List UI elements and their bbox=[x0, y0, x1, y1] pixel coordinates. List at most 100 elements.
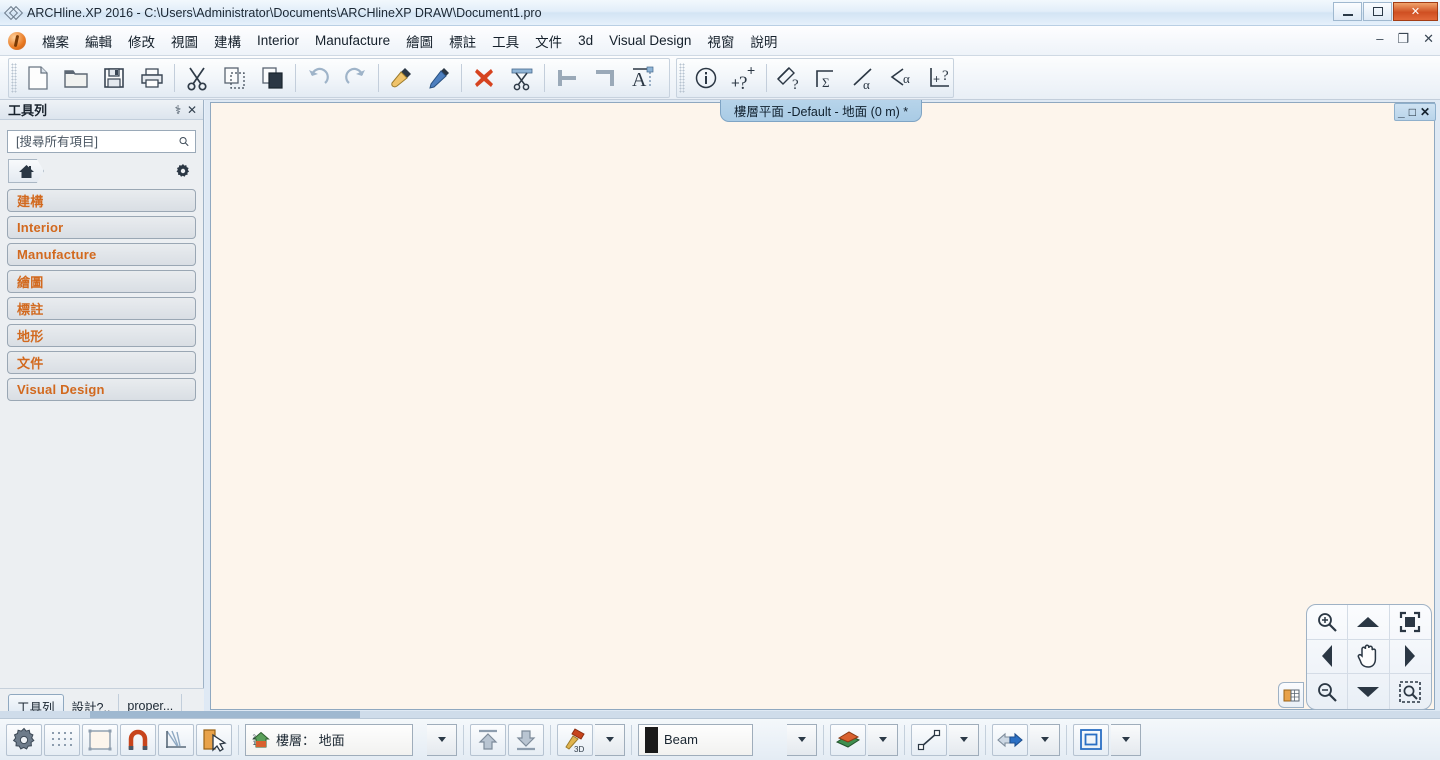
measure-coordinate-button[interactable]: + ? bbox=[922, 61, 960, 95]
toolbar-grip[interactable] bbox=[11, 63, 17, 93]
scrollbar-thumb[interactable] bbox=[90, 711, 360, 718]
menu-item-window[interactable]: 視窗 bbox=[699, 27, 742, 55]
floor-combo[interactable]: 2 1 樓層： 地面 bbox=[245, 724, 413, 756]
level-up-button[interactable] bbox=[470, 724, 506, 756]
category-button-dimension[interactable]: 標註 bbox=[7, 297, 196, 320]
angle-snap-button[interactable] bbox=[158, 724, 194, 756]
corner-extend-button[interactable] bbox=[586, 61, 624, 95]
paste-button[interactable] bbox=[254, 61, 292, 95]
close-icon[interactable]: ✕ bbox=[185, 103, 199, 117]
panel-settings-button[interactable] bbox=[175, 163, 193, 179]
document-tab[interactable]: 樓層平面 -Default - 地面 (0 m) * bbox=[720, 100, 922, 122]
window-minimize-button[interactable] bbox=[1333, 2, 1362, 21]
zoom-in-button[interactable] bbox=[1307, 605, 1348, 640]
grid-snap-button[interactable] bbox=[44, 724, 80, 756]
category-button-manufacture[interactable]: Manufacture bbox=[7, 243, 196, 266]
open-folder-button[interactable] bbox=[57, 61, 95, 95]
redo-button[interactable] bbox=[337, 61, 375, 95]
layout-grid-button[interactable] bbox=[1278, 682, 1304, 708]
dimension-arrow[interactable] bbox=[1030, 724, 1060, 756]
print-button[interactable] bbox=[133, 61, 171, 95]
window-close-button[interactable]: ✕ bbox=[1393, 2, 1438, 21]
menu-item-build[interactable]: 建構 bbox=[206, 27, 249, 55]
pan-right-button[interactable] bbox=[1390, 640, 1431, 675]
undo-button[interactable] bbox=[299, 61, 337, 95]
search-box[interactable] bbox=[7, 130, 196, 153]
info-button[interactable] bbox=[687, 61, 725, 95]
menu-item-dimension[interactable]: 標註 bbox=[441, 27, 484, 55]
copy-button[interactable] bbox=[216, 61, 254, 95]
floor-combo-arrow[interactable] bbox=[427, 724, 457, 756]
pan-down-button[interactable] bbox=[1348, 674, 1389, 709]
menu-item-help[interactable]: 說明 bbox=[742, 27, 785, 55]
mdi-minimize-button[interactable]: – bbox=[1376, 31, 1383, 47]
mdi-close-button[interactable]: ✕ bbox=[1423, 31, 1434, 47]
new-file-button[interactable] bbox=[19, 61, 57, 95]
app-orb-icon[interactable] bbox=[8, 32, 26, 50]
cut-button[interactable] bbox=[178, 61, 216, 95]
element-combo-arrow[interactable] bbox=[787, 724, 817, 756]
hammer-3d-arrow[interactable] bbox=[595, 724, 625, 756]
toolbar-grip[interactable] bbox=[679, 63, 685, 93]
measure-angle-button[interactable]: α bbox=[846, 61, 884, 95]
line-style-arrow[interactable] bbox=[949, 724, 979, 756]
doc-minimize-button[interactable]: _ bbox=[1398, 105, 1407, 119]
zoom-window-button[interactable] bbox=[1390, 674, 1431, 709]
save-button[interactable] bbox=[95, 61, 133, 95]
property-brush-button[interactable] bbox=[382, 61, 420, 95]
category-button-document[interactable]: 文件 bbox=[7, 351, 196, 374]
menu-item-edit[interactable]: 編輯 bbox=[77, 27, 120, 55]
menu-item-tools[interactable]: 工具 bbox=[484, 27, 527, 55]
measure-distance-button[interactable]: ? bbox=[770, 61, 808, 95]
pin-icon[interactable]: ⚕ bbox=[171, 103, 185, 117]
edit-text-button[interactable]: A bbox=[624, 61, 662, 95]
zoom-extents-button[interactable] bbox=[1390, 605, 1431, 640]
drawing-canvas[interactable] bbox=[210, 102, 1435, 710]
menu-item-manufacture[interactable]: Manufacture bbox=[307, 29, 398, 52]
category-button-interior[interactable]: Interior bbox=[7, 216, 196, 239]
level-down-button[interactable] bbox=[508, 724, 544, 756]
corner-trim-button[interactable] bbox=[548, 61, 586, 95]
delete-button[interactable] bbox=[465, 61, 503, 95]
search-input[interactable] bbox=[14, 134, 179, 150]
category-button-draw[interactable]: 繪圖 bbox=[7, 270, 196, 293]
settings-gear-button[interactable] bbox=[6, 724, 42, 756]
rectangle-button[interactable] bbox=[1073, 724, 1109, 756]
menu-item-modify[interactable]: 修改 bbox=[120, 27, 163, 55]
eyedropper-button[interactable] bbox=[420, 61, 458, 95]
window-maximize-button[interactable] bbox=[1363, 2, 1392, 21]
menu-item-document[interactable]: 文件 bbox=[527, 27, 570, 55]
measure-area-button[interactable]: Σ bbox=[808, 61, 846, 95]
menu-item-3d[interactable]: 3d bbox=[570, 29, 601, 52]
home-tab-button[interactable] bbox=[8, 159, 44, 183]
trim-button[interactable] bbox=[503, 61, 541, 95]
pan-up-button[interactable] bbox=[1348, 605, 1389, 640]
menu-item-draw[interactable]: 繪圖 bbox=[398, 27, 441, 55]
material-arrow[interactable] bbox=[868, 724, 898, 756]
rectangle-arrow[interactable] bbox=[1111, 724, 1141, 756]
doc-maximize-button[interactable]: □ bbox=[1409, 105, 1418, 119]
pan-hand-button[interactable] bbox=[1348, 640, 1389, 675]
magnet-snap-button[interactable] bbox=[120, 724, 156, 756]
dimension-button[interactable] bbox=[992, 724, 1028, 756]
menu-item-visual-design[interactable]: Visual Design bbox=[601, 29, 699, 52]
line-style-button[interactable] bbox=[911, 724, 947, 756]
view-frame-button[interactable] bbox=[82, 724, 118, 756]
mdi-restore-button[interactable]: ❐ bbox=[1397, 31, 1409, 47]
category-button-visual-design[interactable]: Visual Design bbox=[7, 378, 196, 401]
query-button[interactable]: + ? + bbox=[725, 61, 763, 95]
select-mode-button[interactable] bbox=[196, 724, 232, 756]
measure-arc-angle-button[interactable]: α bbox=[884, 61, 922, 95]
doc-close-button[interactable]: ✕ bbox=[1420, 105, 1432, 119]
element-combo[interactable]: Beam bbox=[638, 724, 753, 756]
menu-item-view[interactable]: 視圖 bbox=[163, 27, 206, 55]
menu-item-interior[interactable]: Interior bbox=[249, 29, 307, 52]
material-button[interactable] bbox=[830, 724, 866, 756]
hammer-3d-button[interactable]: 3D bbox=[557, 724, 593, 756]
category-button-terrain[interactable]: 地形 bbox=[7, 324, 196, 347]
category-button-build[interactable]: 建構 bbox=[7, 189, 196, 212]
horizontal-scrollbar[interactable] bbox=[0, 711, 1440, 718]
pan-left-button[interactable] bbox=[1307, 640, 1348, 675]
zoom-out-button[interactable] bbox=[1307, 674, 1348, 709]
menu-item-file[interactable]: 檔案 bbox=[34, 27, 77, 55]
